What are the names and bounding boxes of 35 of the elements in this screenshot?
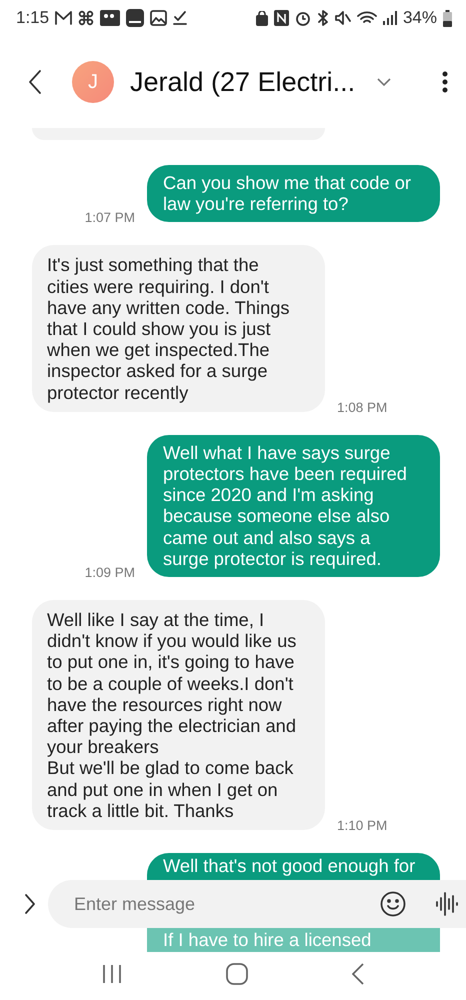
nfc-icon	[274, 10, 289, 26]
message-bubble: Can you show me that code or law you're referring to?	[147, 165, 440, 222]
message-text: Well that's not good enough for	[163, 856, 416, 876]
bluetooth-icon	[316, 10, 329, 26]
message-time: 1:07 PM	[84, 210, 135, 226]
message-text: If I have to hire a licensed	[163, 930, 372, 950]
check-icon	[173, 10, 188, 26]
voice-icon[interactable]	[436, 889, 458, 919]
message-field[interactable]: Enter message	[48, 880, 466, 928]
expand-button[interactable]	[24, 893, 36, 915]
contact-avatar[interactable]: J	[72, 61, 114, 103]
more-options-icon[interactable]	[442, 71, 448, 93]
message-bubble: Well what I have says surge protectors have been required since 2020 and I'm asking because someone else also came out and also says a surge protector is required.	[147, 434, 440, 578]
mail-icon	[55, 11, 72, 25]
status-time: 1:15	[16, 8, 50, 28]
signal-icon	[382, 11, 397, 25]
nav-back-button[interactable]	[352, 963, 364, 985]
mute-icon	[334, 10, 351, 26]
recent-apps-button[interactable]	[102, 965, 122, 983]
message-input[interactable]: Enter message	[72, 892, 370, 916]
message-time: 1:08 PM	[337, 400, 388, 415]
battery-percent: 34%	[402, 8, 437, 28]
image-icon	[150, 10, 168, 26]
emoji-icon[interactable]	[380, 891, 406, 917]
message-time: 1:10 PM	[337, 818, 388, 834]
lock-icon	[256, 10, 268, 26]
dropdown-caret-icon[interactable]	[377, 78, 392, 86]
message-bubble: Well like I say at the time, I didn't know if you would like us to put one in, it's going to have to be a couple of weeks.I don't have the resources right now after paying the electrician and your breakers But we'll be glad to come back and put one in when I get on track a little bit. Thanks	[32, 600, 325, 830]
home-button[interactable]	[226, 963, 248, 985]
back-button[interactable]	[28, 69, 42, 95]
contact-name: Jerald (27 Electri...	[130, 66, 356, 98]
message-bubble: It's just something that the cities were requiring. I don't have any written code. Things that I could show you is just when we get inspected.The inspector asked for a surge protector recently	[32, 245, 325, 412]
message-time: 1:09 PM	[84, 565, 135, 580]
wifi-icon	[356, 10, 377, 26]
battery-icon	[443, 10, 452, 26]
